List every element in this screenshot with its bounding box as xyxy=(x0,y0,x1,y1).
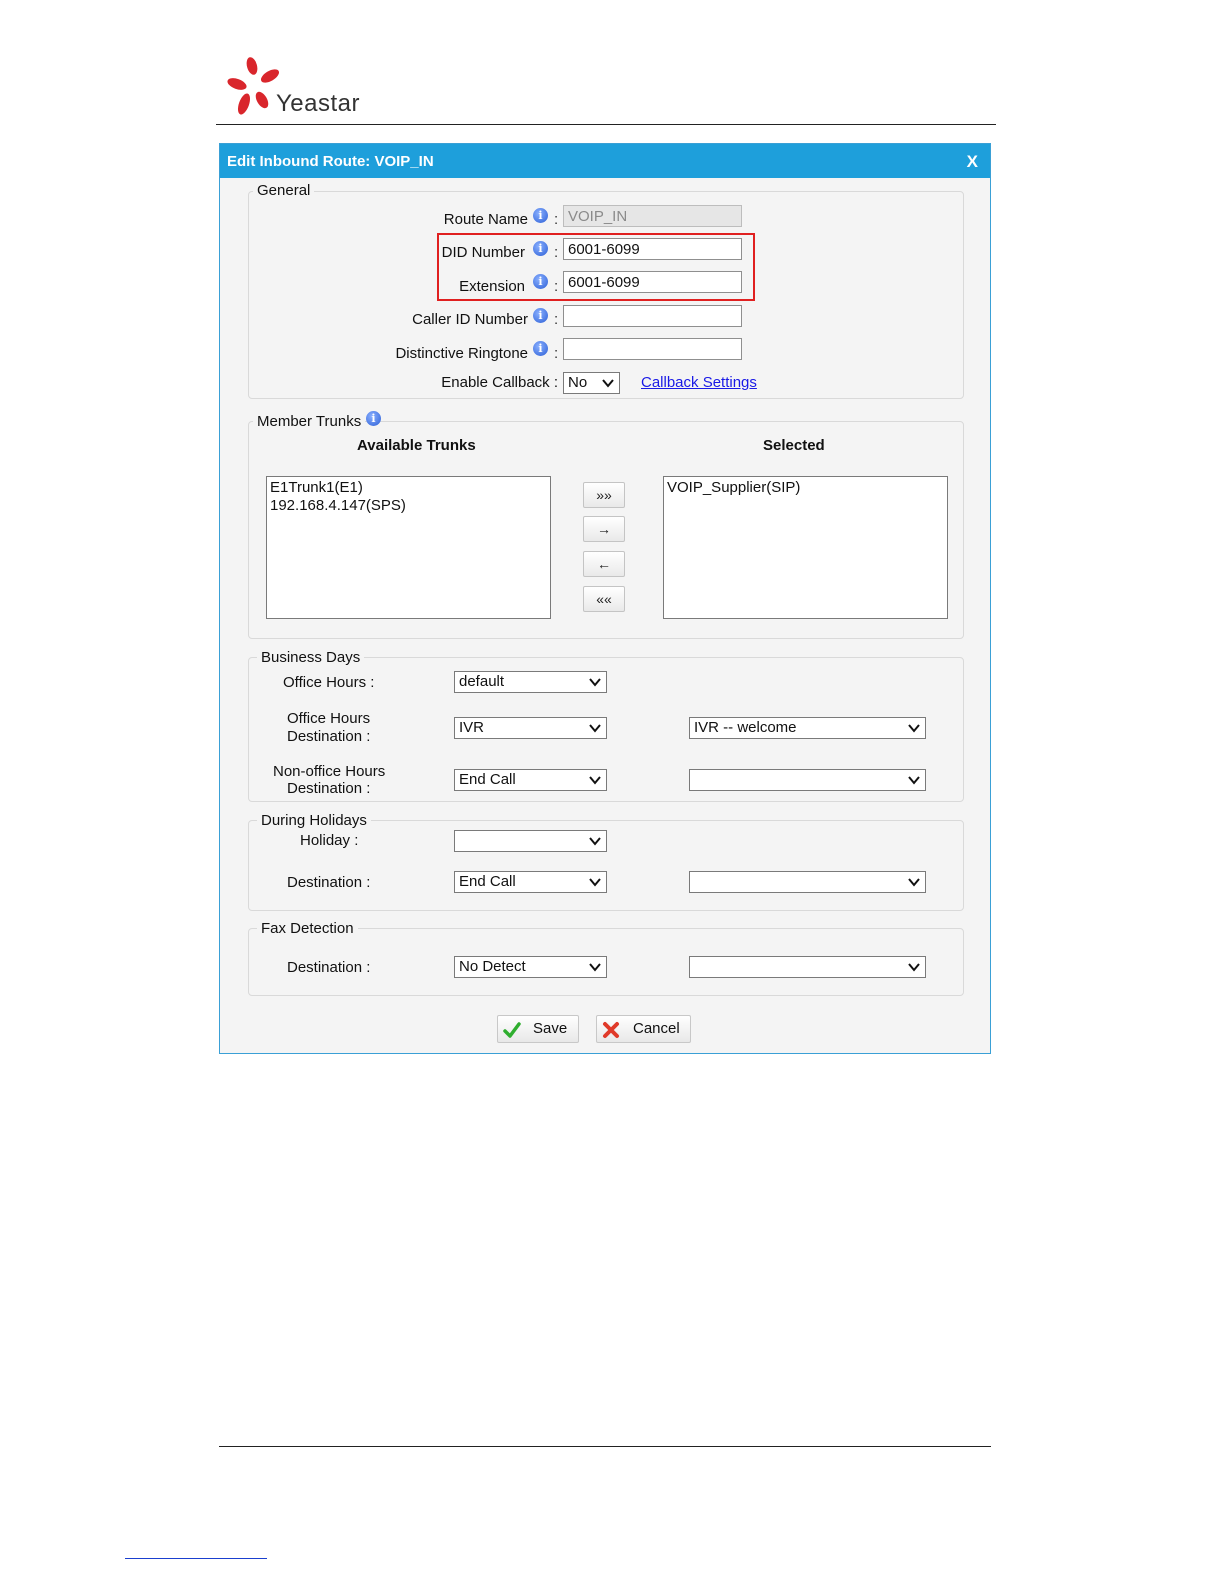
close-button[interactable]: X xyxy=(967,152,978,172)
info-icon[interactable]: i xyxy=(533,208,548,223)
member-trunks-legend-text: Member Trunks xyxy=(257,413,362,430)
brand-name: Yeastar xyxy=(276,90,361,117)
colon: : xyxy=(554,244,559,261)
selected-trunks-list[interactable]: VOIP_Supplier(SIP) xyxy=(663,476,948,619)
business-days-legend: Business Days xyxy=(257,649,365,666)
fax-detection-legend: Fax Detection xyxy=(257,920,358,937)
remove-button[interactable]: ← xyxy=(583,551,625,577)
holiday-dest-target-select[interactable] xyxy=(689,871,926,893)
fax-dest-type-value: No Detect xyxy=(459,958,526,975)
office-dest-target-select[interactable]: IVR -- welcome xyxy=(689,717,926,739)
caller-id-input[interactable] xyxy=(563,305,742,327)
holiday-select[interactable] xyxy=(454,830,607,852)
chevron-down-icon xyxy=(908,878,920,887)
enable-callback-select[interactable]: No xyxy=(563,372,620,394)
did-number-label: DID Number xyxy=(441,244,525,261)
colon: : xyxy=(554,278,559,295)
dialog-title: Edit Inbound Route: VOIP_IN xyxy=(227,153,434,170)
info-icon[interactable]: i xyxy=(533,341,548,356)
chevron-down-icon xyxy=(589,878,601,887)
info-icon[interactable]: i xyxy=(533,274,548,289)
route-name-input[interactable] xyxy=(563,205,742,227)
holiday-dest-label: Destination : xyxy=(287,874,371,891)
nonoffice-dest-type-select[interactable]: End Call xyxy=(454,769,607,791)
save-button[interactable]: Save xyxy=(497,1015,579,1043)
office-hours-value: default xyxy=(459,673,505,690)
extension-input[interactable] xyxy=(563,271,742,293)
colon: : xyxy=(554,311,559,328)
remove-all-button[interactable]: «« xyxy=(583,586,625,612)
office-dest-target-value: IVR -- welcome xyxy=(694,719,797,736)
chevron-down-icon xyxy=(602,379,614,388)
general-legend: General xyxy=(253,182,315,199)
chevron-down-icon xyxy=(589,776,601,785)
enable-callback-label: Enable Callback : xyxy=(441,374,558,391)
chevron-down-icon xyxy=(589,678,601,687)
header-divider xyxy=(216,124,996,125)
fax-dest-label: Destination : xyxy=(287,959,371,976)
add-all-button[interactable]: »» xyxy=(583,482,625,508)
checkmark-icon xyxy=(503,1022,521,1038)
member-trunks-legend: Member Trunks xyxy=(253,413,366,430)
list-item[interactable]: 192.168.4.147(SPS) xyxy=(270,497,547,515)
cancel-button[interactable]: Cancel xyxy=(596,1015,691,1043)
available-trunks-header: Available Trunks xyxy=(357,437,476,454)
colon: : xyxy=(554,345,559,362)
extension-label: Extension xyxy=(459,278,525,295)
caller-id-label: Caller ID Number xyxy=(412,311,528,328)
holidays-legend: During Holidays xyxy=(257,812,371,829)
footer-divider xyxy=(219,1446,991,1447)
nonoffice-dest-label-line1: Non-office Hours xyxy=(273,763,386,780)
office-hours-label: Office Hours : xyxy=(283,674,375,691)
chevron-down-icon xyxy=(589,724,601,733)
cancel-button-label: Cancel xyxy=(633,1020,680,1037)
ringtone-input[interactable] xyxy=(563,338,742,360)
nonoffice-dest-target-select[interactable] xyxy=(689,769,926,791)
fax-dest-target-select[interactable] xyxy=(689,956,926,978)
close-icon xyxy=(603,1022,619,1038)
edit-inbound-route-dialog: Edit Inbound Route: VOIP_IN X General Ro… xyxy=(219,143,991,1054)
available-trunks-list[interactable]: E1Trunk1(E1) 192.168.4.147(SPS) xyxy=(266,476,551,619)
chevron-down-icon xyxy=(908,776,920,785)
save-button-label: Save xyxy=(533,1020,568,1037)
dialog-titlebar: Edit Inbound Route: VOIP_IN X xyxy=(220,144,990,178)
list-item[interactable]: VOIP_Supplier(SIP) xyxy=(667,479,944,497)
office-dest-label-line1: Office Hours xyxy=(287,710,371,727)
chevron-down-icon xyxy=(908,724,920,733)
enable-callback-value: No xyxy=(568,374,588,391)
route-name-label: Route Name xyxy=(443,211,528,228)
footer-link-underline xyxy=(125,1558,267,1559)
selected-trunks-header: Selected xyxy=(763,437,825,454)
holiday-dest-type-value: End Call xyxy=(459,873,516,890)
colon: : xyxy=(554,211,559,228)
did-number-input[interactable] xyxy=(563,238,742,260)
add-button[interactable]: → xyxy=(583,516,625,542)
info-icon[interactable]: i xyxy=(366,411,381,426)
info-icon[interactable]: i xyxy=(533,308,548,323)
office-dest-type-value: IVR xyxy=(459,719,485,736)
ringtone-label: Distinctive Ringtone xyxy=(395,345,528,362)
office-dest-label-line2: Destination : xyxy=(287,728,371,745)
nonoffice-dest-type-value: End Call xyxy=(459,771,516,788)
list-item[interactable]: E1Trunk1(E1) xyxy=(270,479,547,497)
nonoffice-dest-label-line2: Destination : xyxy=(287,780,371,797)
chevron-down-icon xyxy=(589,963,601,972)
office-dest-type-select[interactable]: IVR xyxy=(454,717,607,739)
chevron-down-icon xyxy=(908,963,920,972)
holiday-dest-type-select[interactable]: End Call xyxy=(454,871,607,893)
holiday-label: Holiday : xyxy=(300,832,359,849)
info-icon[interactable]: i xyxy=(533,241,548,256)
fax-dest-type-select[interactable]: No Detect xyxy=(454,956,607,978)
office-hours-select[interactable]: default xyxy=(454,671,607,693)
callback-settings-link[interactable]: Callback Settings xyxy=(641,374,757,391)
chevron-down-icon xyxy=(589,837,601,846)
